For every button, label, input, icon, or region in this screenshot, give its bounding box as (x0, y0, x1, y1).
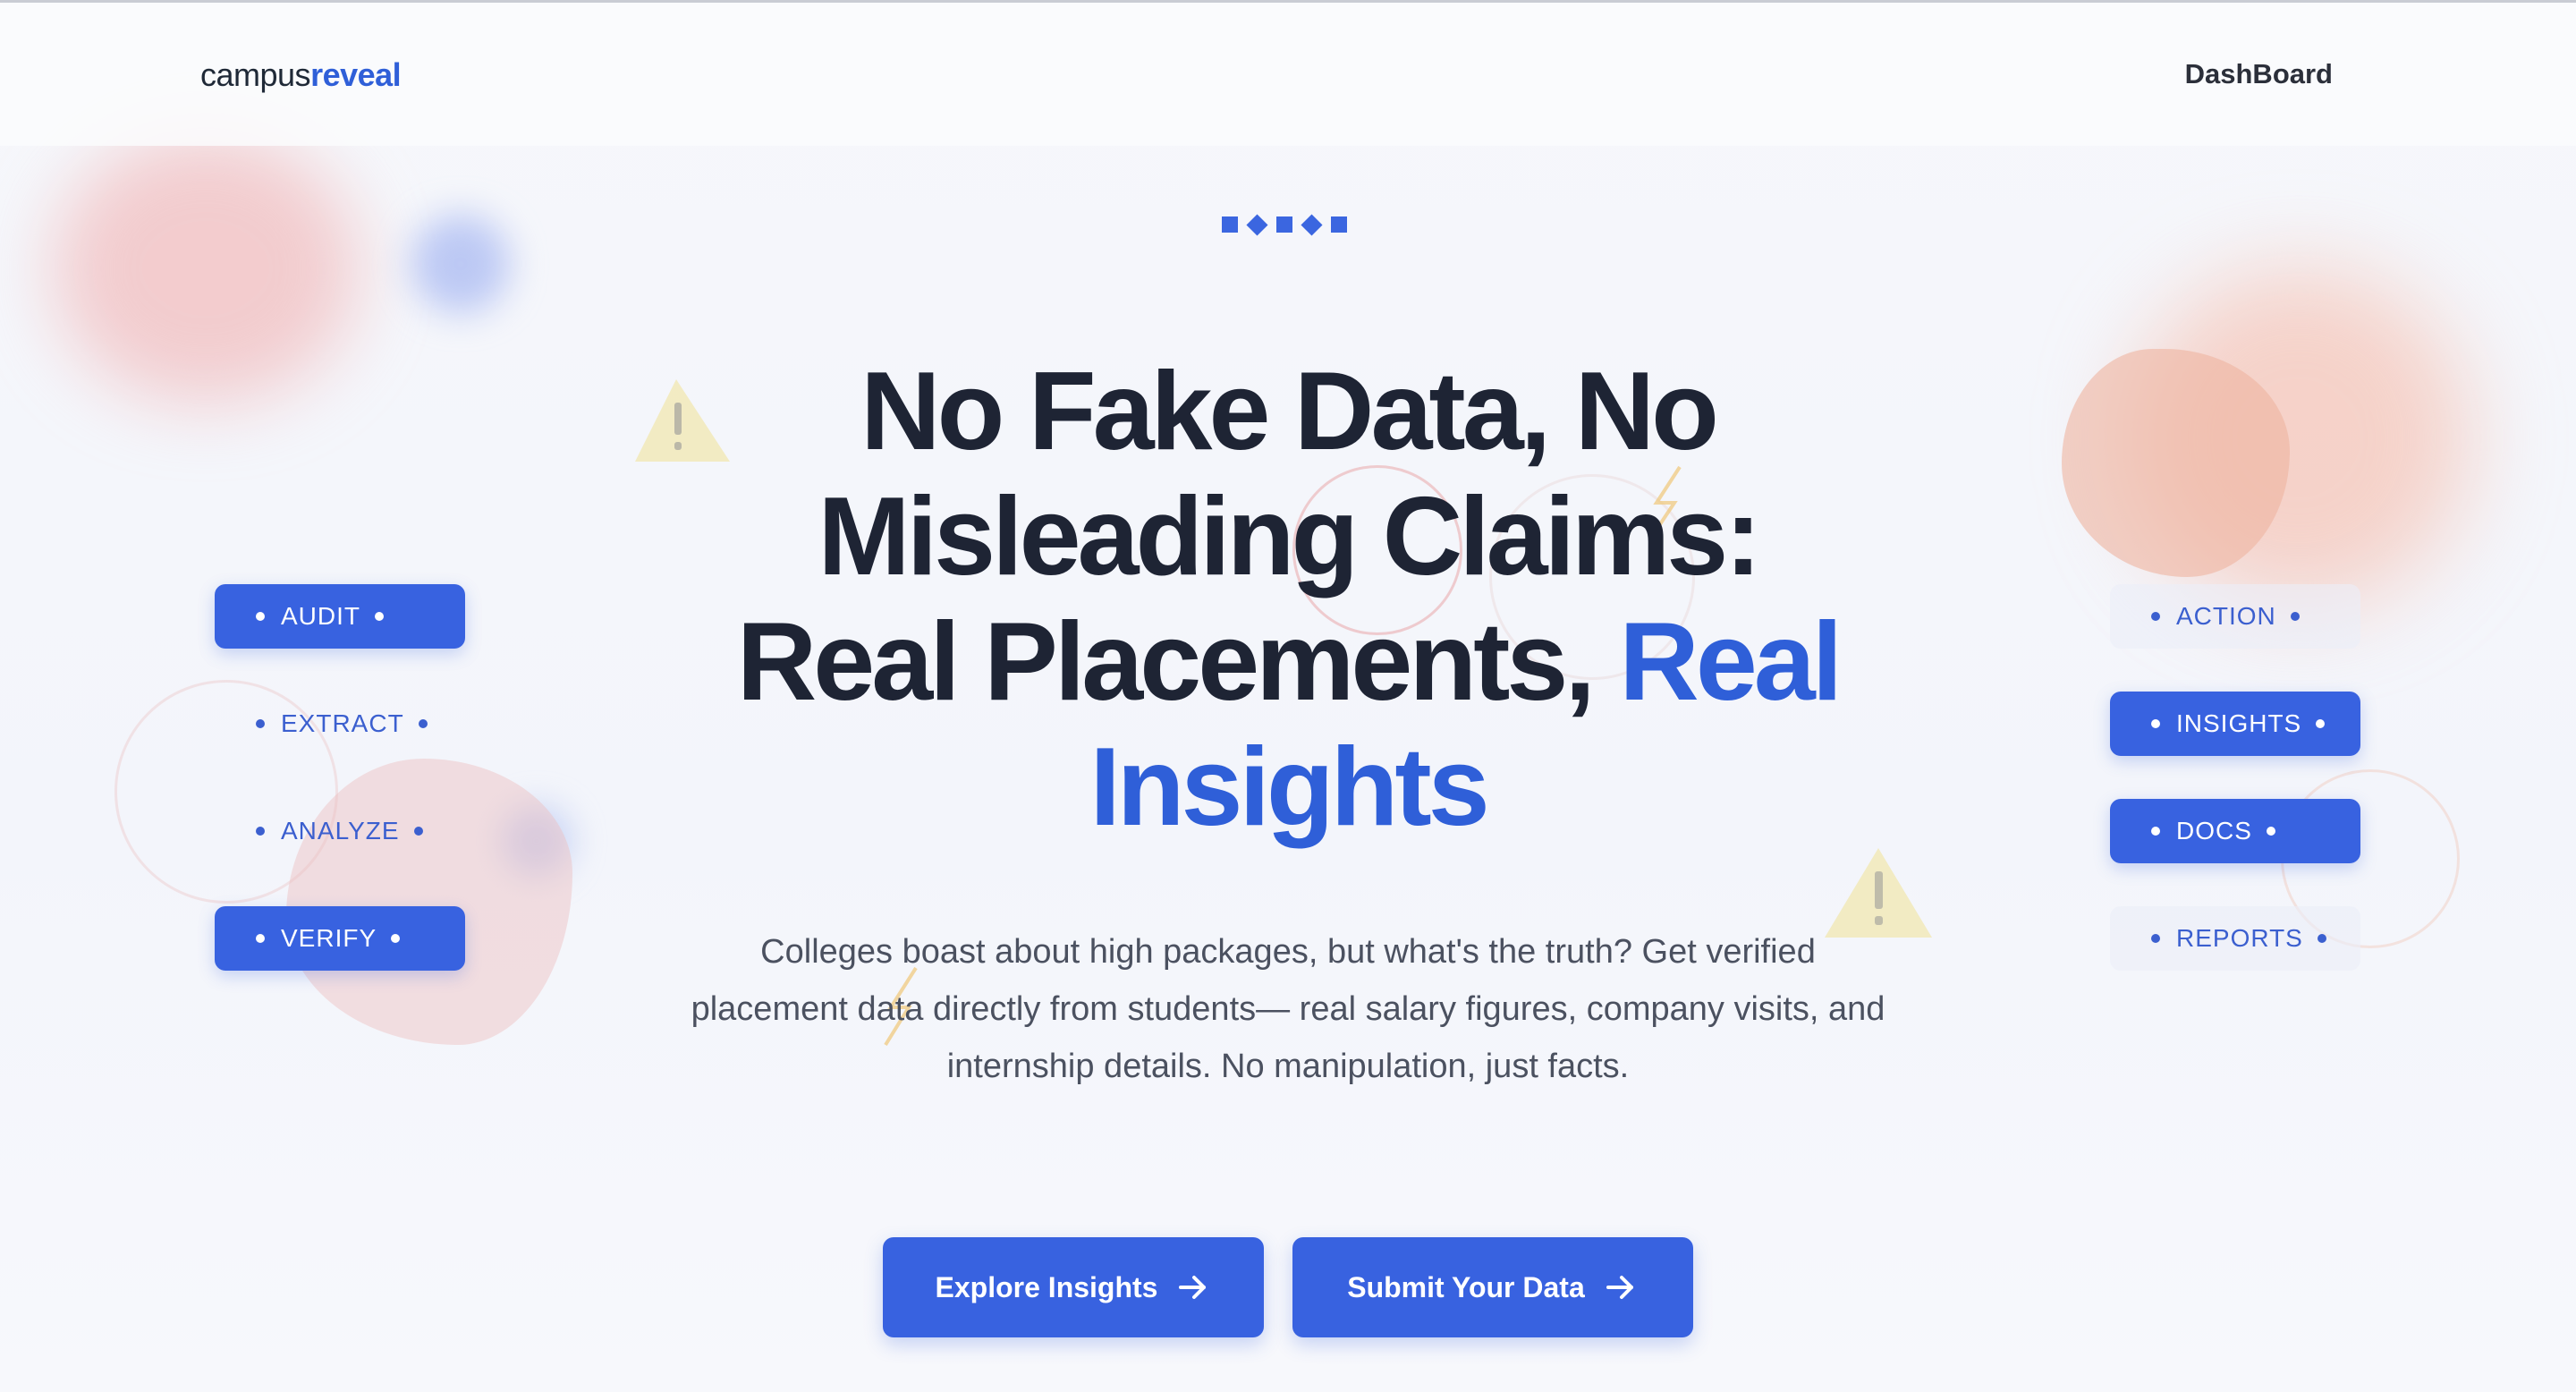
decor-diamond (1246, 213, 1268, 236)
bullet-dot (256, 719, 265, 728)
pill-label: EXTRACT (281, 709, 404, 737)
decor-square (1276, 216, 1292, 233)
pill-reports[interactable]: REPORTS (2110, 906, 2360, 971)
bullet-dot (391, 934, 401, 943)
pill-label: REPORTS (2176, 924, 2303, 952)
pill-extract[interactable]: EXTRACT (215, 692, 465, 756)
bullet-dot (2266, 827, 2275, 836)
hero-title: No Fake Data, No Misleading Claims: Real… (572, 349, 2004, 850)
pill-analyze[interactable]: ANALYZE (215, 799, 465, 863)
pill-label: VERIFY (281, 924, 377, 952)
pill-label: ACTION (2176, 602, 2276, 630)
button-label: Explore Insights (935, 1270, 1158, 1303)
button-label: Submit Your Data (1347, 1270, 1585, 1303)
bullet-dot (413, 827, 423, 836)
bullet-dot (2317, 934, 2326, 943)
decor-square (1222, 216, 1238, 233)
decor-square (1331, 216, 1347, 233)
decor-blob (411, 215, 510, 313)
decor-dots (1222, 213, 1347, 236)
pill-label: ANALYZE (281, 817, 400, 845)
bullet-dot (256, 934, 265, 943)
title-line-2: Misleading Claims: (818, 475, 1761, 598)
bullet-dot (418, 719, 428, 728)
pill-label: DOCS (2176, 817, 2252, 845)
bullet-dot (2316, 719, 2326, 728)
hero-subtitle: Colleges boast about high packages, but … (691, 933, 1885, 1085)
bullet-dot (2290, 612, 2300, 621)
pill-label: INSIGHTS (2176, 709, 2302, 737)
bullet-dot (256, 827, 265, 836)
submit-data-button[interactable]: Submit Your Data (1292, 1237, 1693, 1337)
bullet-dot (2151, 934, 2160, 943)
explore-insights-button[interactable]: Explore Insights (883, 1237, 1264, 1337)
decor-shape (2062, 349, 2290, 577)
pill-verify[interactable]: VERIFY (215, 906, 465, 971)
bullet-dot (2151, 827, 2160, 836)
title-accent-insights: Insights (1089, 726, 1489, 849)
bullet-dot (2151, 719, 2160, 728)
decor-diamond (1301, 213, 1323, 236)
bullet-dot (256, 612, 265, 621)
landing-page: campus reveal DashBoard No Fake Data, No … (0, 0, 2576, 1392)
site-header: campus reveal DashBoard (0, 3, 2576, 146)
decor-blob (54, 134, 358, 403)
bullet-dot (375, 612, 384, 621)
pill-docs[interactable]: DOCS (2110, 799, 2360, 863)
pill-label: AUDIT (281, 602, 360, 630)
logo-text-reveal: reveal (310, 56, 402, 93)
arrow-right-icon (1606, 1276, 1633, 1299)
pill-action[interactable]: ACTION (2110, 584, 2360, 649)
logo-text-campus: campus (200, 56, 311, 93)
site-logo[interactable]: campus reveal (200, 56, 402, 94)
nav-dashboard-link[interactable]: DashBoard (2185, 58, 2333, 90)
pill-insights[interactable]: INSIGHTS (2110, 692, 2360, 756)
bullet-dot (2151, 612, 2160, 621)
title-accent-real: Real (1619, 600, 1843, 724)
pill-audit[interactable]: AUDIT (215, 584, 465, 649)
arrow-right-icon (1179, 1276, 1207, 1299)
title-line-1: No Fake Data, No (860, 350, 1719, 473)
title-line-3: Real Placements, (736, 600, 1620, 724)
